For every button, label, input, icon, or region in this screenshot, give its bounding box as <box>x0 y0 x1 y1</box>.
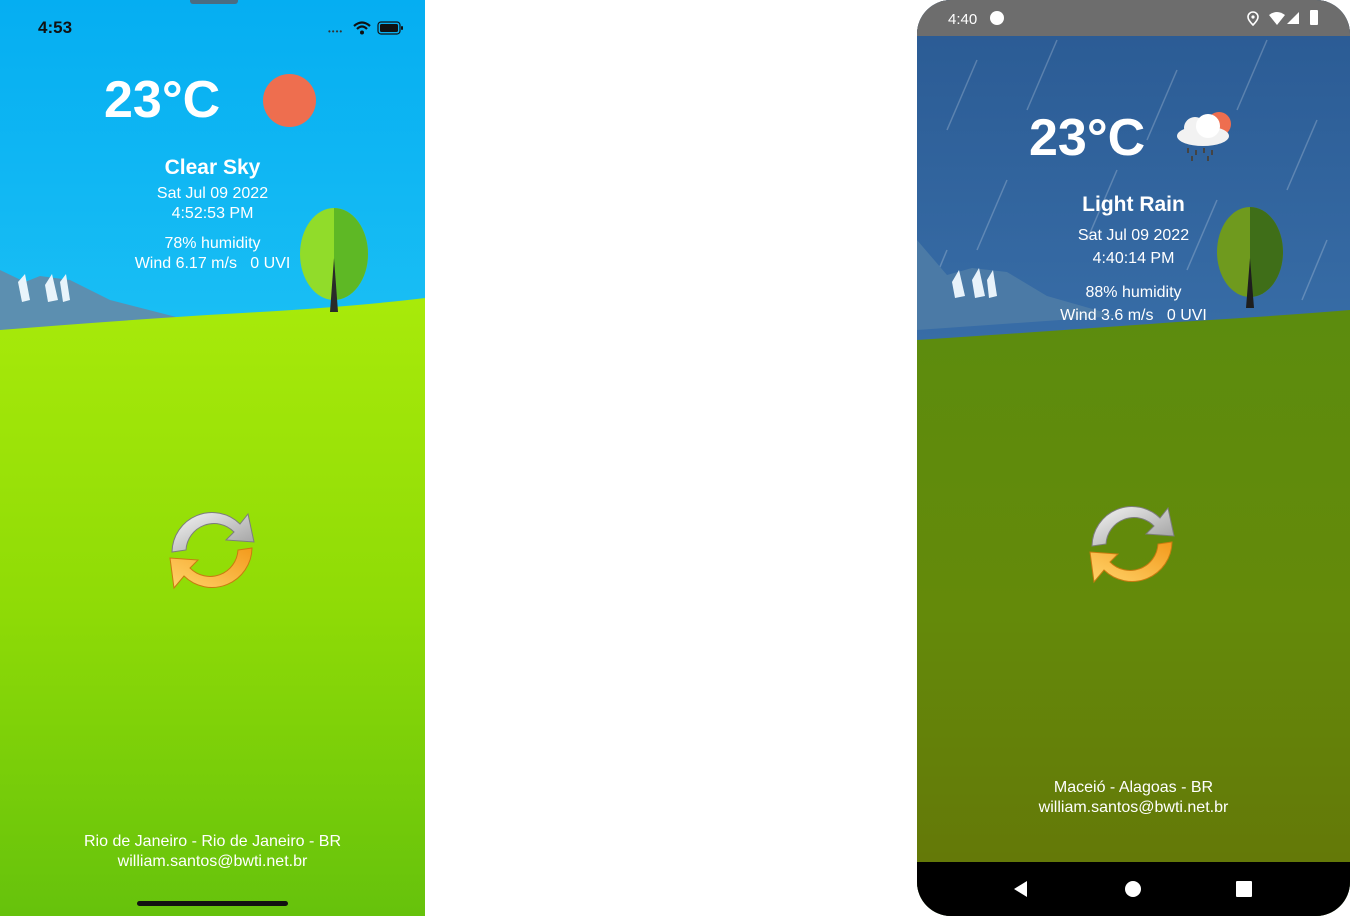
email-text: william.santos@bwti.net.br <box>1038 799 1229 816</box>
wind-uvi-row: Wind 6.17 m/s 0 UVI <box>0 255 425 273</box>
wind-text: Wind 6.17 m/s <box>134 255 237 272</box>
uvi-text: 0 UVI <box>250 255 291 272</box>
notification-icon <box>990 11 1004 25</box>
refresh-icon <box>1089 506 1175 584</box>
sun-icon <box>263 74 316 127</box>
status-time: 4:53 <box>38 18 73 37</box>
time-text: 4:40:14 PM <box>1092 250 1175 267</box>
wind-text: Wind 3.6 m/s <box>1060 307 1154 324</box>
wind-uvi-row: Wind 3.6 m/s 0 UVI <box>917 307 1350 325</box>
wifi-icon <box>353 21 371 35</box>
date-text: Sat Jul 09 2022 <box>1077 227 1190 244</box>
status-time: 4:40 <box>948 11 978 28</box>
refresh-button[interactable] <box>162 500 262 600</box>
battery-icon <box>1310 10 1318 25</box>
temperature: 23°C <box>1029 109 1146 167</box>
humidity-text: 88% humidity <box>1085 284 1182 301</box>
uvi-text: 0 UVI <box>1166 307 1207 324</box>
location-text: Rio de Janeiro - Rio de Janeiro - BR <box>83 833 341 850</box>
android-nav-bar <box>917 862 1350 916</box>
ios-screen: 4:53 •••• 23°C Clear Sky Sat Jul 09 2022… <box>0 0 425 916</box>
location-icon <box>1247 11 1259 26</box>
date-text: Sat Jul 09 2022 <box>156 185 269 202</box>
email-text: william.santos@bwti.net.br <box>117 853 308 870</box>
refresh-icon <box>169 512 255 590</box>
wifi-icon <box>1269 12 1285 25</box>
refresh-button[interactable] <box>1082 494 1182 594</box>
battery-icon <box>377 21 403 35</box>
cell-signal-icon <box>1287 12 1299 24</box>
weather-condition: Light Rain <box>1082 193 1185 216</box>
weather-condition: Clear Sky <box>164 156 261 179</box>
home-icon[interactable] <box>1125 881 1141 897</box>
temperature: 23°C <box>104 71 221 129</box>
notch-indicator <box>190 0 238 4</box>
back-icon[interactable] <box>1013 880 1029 898</box>
rain-cloud-icon <box>1177 112 1231 161</box>
android-screen: 4:40 23°C Light Rain Sat Jul 09 2022 4:4… <box>917 0 1350 916</box>
signal-dots-icon: •••• <box>328 27 344 36</box>
time-text: 4:52:53 PM <box>171 205 254 222</box>
humidity-text: 78% humidity <box>164 235 261 252</box>
ios-background-scene <box>0 0 425 916</box>
recents-icon[interactable] <box>1236 881 1252 897</box>
location-text: Maceió - Alagoas - BR <box>1053 779 1214 796</box>
home-indicator[interactable] <box>137 901 288 906</box>
